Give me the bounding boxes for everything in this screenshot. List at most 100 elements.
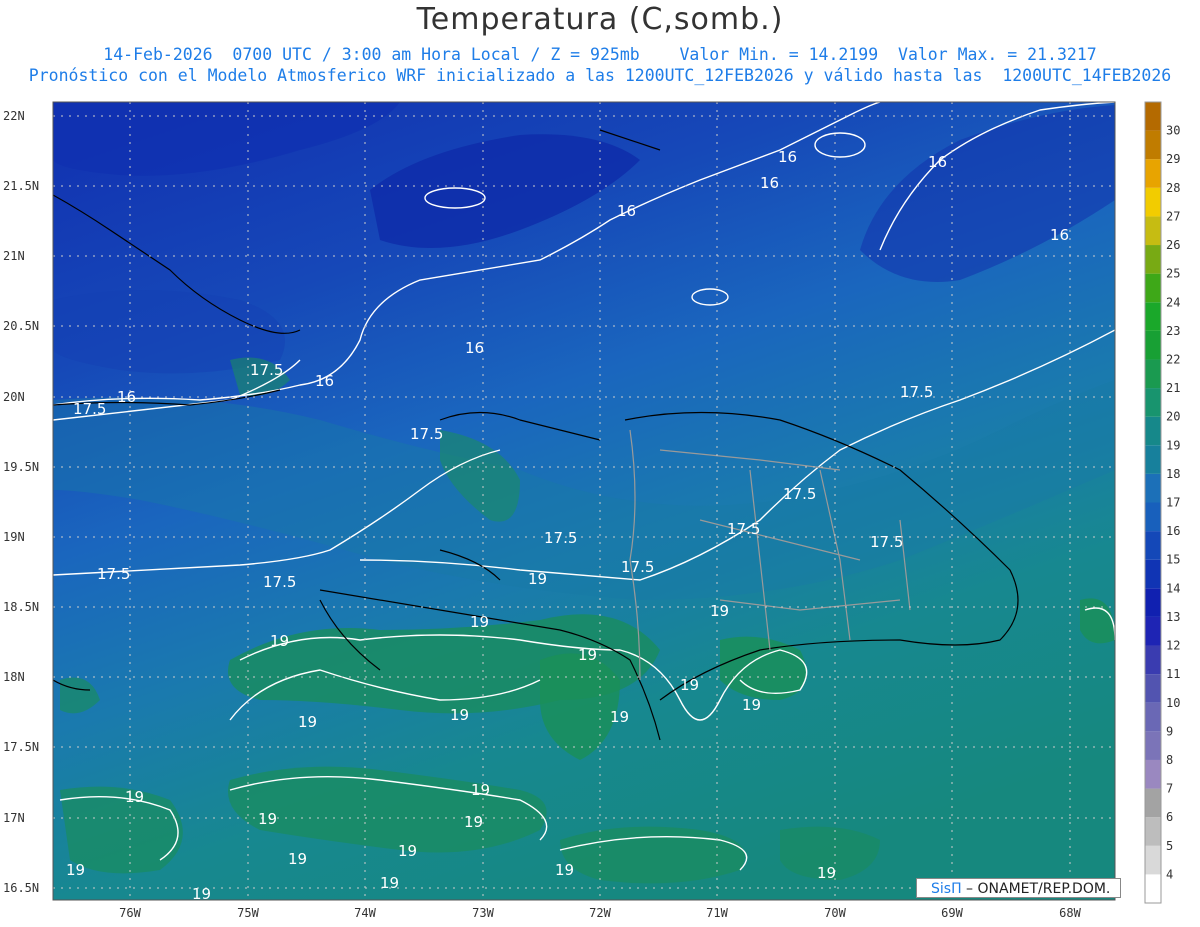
colorbar-swatch <box>1145 788 1161 818</box>
colorbar-tick-label: 11 <box>1166 667 1180 681</box>
colorbar: 4 5 6 7 8 9 10 11 12 13 14 15 16 17 18 19 20 21 22 23 24 25 26… <box>1144 101 1180 904</box>
colorbar-swatch <box>1145 874 1161 903</box>
colorbar-tick-label: 30 <box>1166 124 1180 138</box>
colorbar-swatch <box>1145 645 1161 675</box>
contour-label: 19 <box>380 874 399 892</box>
colorbar-tick-label: 6 <box>1166 810 1173 824</box>
contour-label: 16 <box>778 148 797 166</box>
contour-label: 17.5 <box>870 533 903 551</box>
colorbar-swatch <box>1145 245 1161 274</box>
colorbar-tick-label: 26 <box>1166 238 1180 252</box>
contour-label: 16 <box>315 372 334 390</box>
colorbar-tick-label: 19 <box>1166 438 1180 452</box>
lat-tick-label: 19.5N <box>3 460 39 474</box>
contour-label: 16 <box>617 202 636 220</box>
lat-axis: 22N 21.5N 21N 20.5N 20N 19.5N 19N 18.5N … <box>3 109 39 895</box>
colorbar-swatch <box>1145 130 1161 160</box>
colorbar-swatch <box>1145 845 1161 875</box>
contour-label: 17.5 <box>900 383 933 401</box>
colorbar-swatch <box>1145 445 1161 474</box>
colorbar-swatch <box>1145 731 1161 760</box>
colorbar-swatch <box>1145 817 1161 846</box>
colorbar-tick-label: 18 <box>1166 467 1180 481</box>
contour-label: 17.5 <box>410 425 443 443</box>
lon-tick-label: 68W <box>1059 906 1081 920</box>
contour-label: 16 <box>465 339 484 357</box>
colorbar-tick-label: 29 <box>1166 152 1180 166</box>
contour-label: 19 <box>288 850 307 868</box>
contour-label: 19 <box>528 570 547 588</box>
contour-label: 19 <box>470 613 489 631</box>
colorbar-tick-label: 13 <box>1166 610 1180 624</box>
contour-label: 19 <box>298 713 317 731</box>
colorbar-tick-label: 7 <box>1166 782 1173 796</box>
colorbar-swatch <box>1145 388 1161 417</box>
colorbar-swatch <box>1145 102 1161 131</box>
colorbar-swatch <box>1145 330 1161 360</box>
colorbar-swatch <box>1145 216 1161 246</box>
contour-label: 19 <box>450 706 469 724</box>
contour-label: 17.5 <box>263 573 296 591</box>
contour-label: 16 <box>1050 226 1069 244</box>
contour-label: 19 <box>125 788 144 806</box>
lat-tick-label: 21.5N <box>3 179 39 193</box>
colorbar-swatch <box>1145 273 1161 303</box>
colorbar-tick-label: 27 <box>1166 209 1180 223</box>
contour-label: 17.5 <box>783 485 816 503</box>
contour-label: 19 <box>742 696 761 714</box>
colorbar-tick-label: 15 <box>1166 553 1180 567</box>
lat-tick-label: 18N <box>3 670 25 684</box>
contour-label: 17.5 <box>544 529 577 547</box>
colorbar-swatch <box>1145 359 1161 389</box>
lon-tick-label: 69W <box>941 906 963 920</box>
colorbar-tick-label: 21 <box>1166 381 1180 395</box>
colorbar-tick-label: 28 <box>1166 181 1180 195</box>
colorbar-swatch <box>1145 531 1161 560</box>
lat-tick-label: 22N <box>3 109 25 123</box>
contour-label: 17.5 <box>73 400 106 418</box>
contour-label: 17.5 <box>727 520 760 538</box>
colorbar-tick-label: 4 <box>1166 867 1173 881</box>
colorbar-tick-label: 9 <box>1166 724 1173 738</box>
colorbar-swatch <box>1145 416 1161 446</box>
contour-label: 16 <box>117 388 136 406</box>
map-frame: 16 16 16 16 16 16 16 16 17.5 17.5 17.5 1… <box>52 101 1116 903</box>
colorbar-tick-label: 14 <box>1166 581 1180 595</box>
lat-tick-label: 16.5N <box>3 881 39 895</box>
contour-label: 19 <box>66 861 85 879</box>
colorbar-swatch <box>1145 674 1161 703</box>
colorbar-swatch <box>1145 616 1161 646</box>
contour-label: 17.5 <box>97 565 130 583</box>
colorbar-swatch <box>1145 588 1161 617</box>
colorbar-swatch <box>1145 502 1161 532</box>
colorbar-tick-label: 24 <box>1166 295 1180 309</box>
lat-tick-label: 18.5N <box>3 600 39 614</box>
contour-label: 19 <box>817 864 836 882</box>
contour-label: 19 <box>471 781 490 799</box>
lat-tick-label: 19N <box>3 530 25 544</box>
colorbar-swatch <box>1145 559 1161 589</box>
lat-tick-label: 21N <box>3 249 25 263</box>
colorbar-swatch <box>1145 759 1161 789</box>
colorbar-tick-label: 17 <box>1166 496 1180 510</box>
lon-tick-label: 72W <box>589 906 611 920</box>
contour-label: 19 <box>398 842 417 860</box>
colorbar-tick-label: 22 <box>1166 352 1180 366</box>
contour-label: 19 <box>680 676 699 694</box>
contour-label: 19 <box>270 632 289 650</box>
contour-label: 16 <box>760 174 779 192</box>
contour-label: 16 <box>928 153 947 171</box>
colorbar-swatch <box>1145 473 1161 503</box>
colorbar-tick-label: 10 <box>1166 696 1180 710</box>
colorbar-tick-label: 16 <box>1166 524 1180 538</box>
colorbar-tick-label: 23 <box>1166 324 1180 338</box>
contour-label: 19 <box>610 708 629 726</box>
credit-text: – ONAMET/REP.DOM. <box>961 881 1111 897</box>
lat-tick-label: 20N <box>3 390 25 404</box>
colorbar-tick-label: 5 <box>1166 839 1173 853</box>
contour-label: 19 <box>710 602 729 620</box>
contour-label: 19 <box>258 810 277 828</box>
lon-tick-label: 71W <box>706 906 728 920</box>
lon-tick-label: 70W <box>824 906 846 920</box>
colorbar-swatch <box>1145 159 1161 188</box>
